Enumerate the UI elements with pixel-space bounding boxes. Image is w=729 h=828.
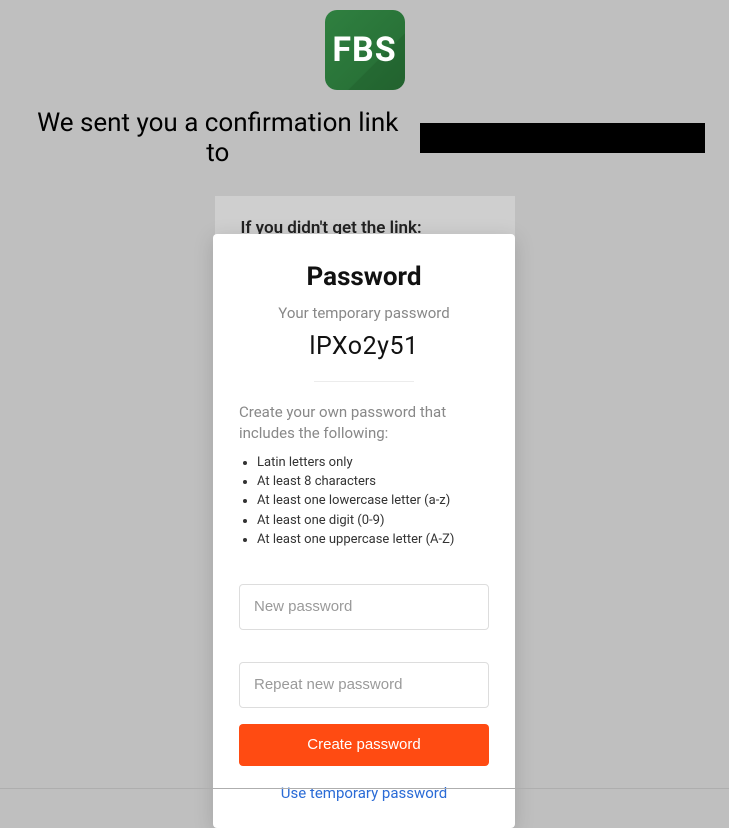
- redacted-email: [420, 123, 706, 153]
- confirmation-headline-text: We sent you a confirmation link to: [24, 108, 412, 168]
- confirmation-headline: We sent you a confirmation link to: [0, 108, 729, 168]
- requirement-item: At least one lowercase letter (a-z): [257, 492, 489, 510]
- fbs-logo-text: FBS: [332, 30, 396, 70]
- password-instructions: Create your own password that includes t…: [239, 402, 489, 444]
- modal-subtitle: Your temporary password: [239, 304, 489, 322]
- repeat-password-input[interactable]: [239, 662, 489, 708]
- requirement-item: Latin letters only: [257, 454, 489, 472]
- requirement-item: At least 8 characters: [257, 473, 489, 491]
- temporary-password-value: lPXo2y51: [239, 332, 489, 361]
- use-temporary-password-link[interactable]: Use temporary password: [239, 784, 489, 802]
- new-password-input[interactable]: [239, 584, 489, 630]
- create-password-button[interactable]: Create password: [239, 724, 489, 766]
- footer-divider: [0, 788, 729, 789]
- password-requirements-list: Latin letters only At least 8 characters…: [239, 454, 489, 549]
- password-modal: Password Your temporary password lPXo2y5…: [213, 234, 515, 828]
- divider: [314, 381, 414, 382]
- requirement-item: At least one uppercase letter (A-Z): [257, 531, 489, 549]
- requirement-item: At least one digit (0-9): [257, 512, 489, 530]
- modal-title: Password: [239, 262, 489, 292]
- fbs-logo: FBS: [325, 10, 405, 90]
